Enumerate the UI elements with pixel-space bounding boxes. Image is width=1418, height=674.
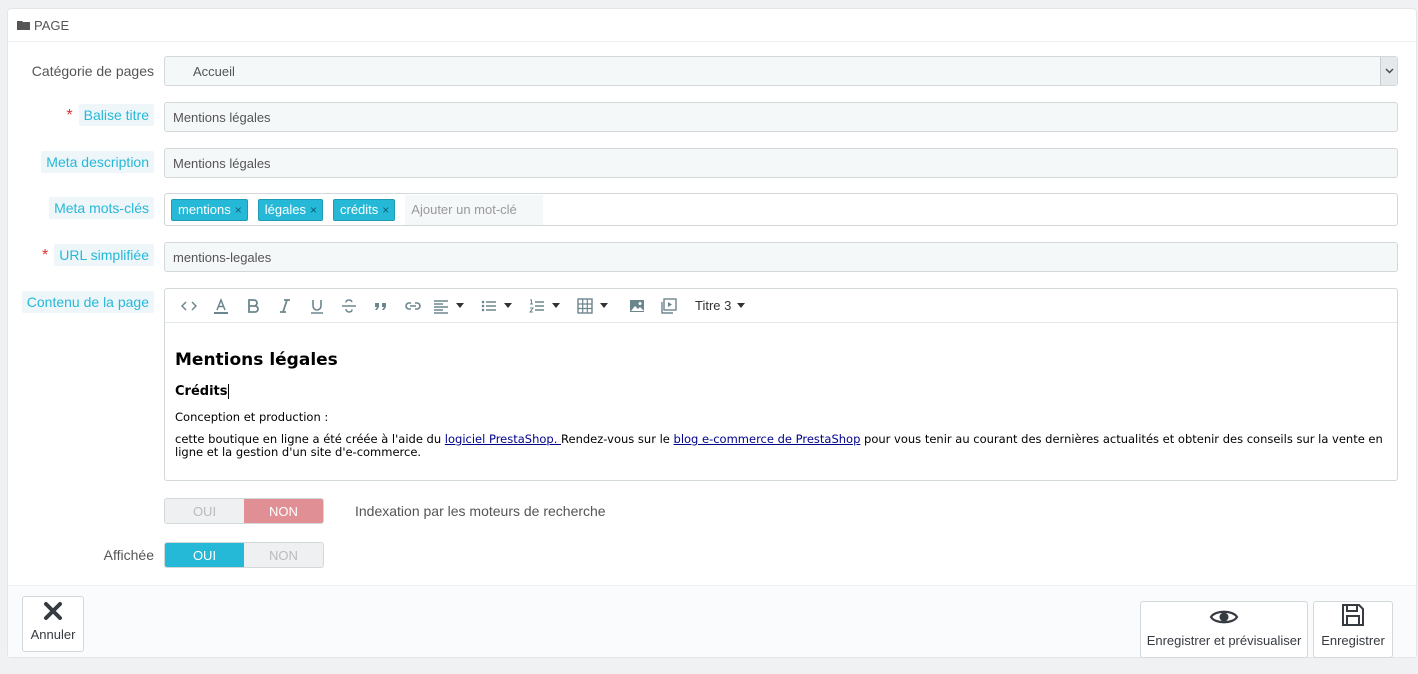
panel-footer: Annuler Enregistrer et prévisualiser Enr… [8,585,1416,658]
content-label-text[interactable]: Contenu de la page [21,291,154,313]
content-paragraph-1: Conception et production : [175,410,329,424]
bold-icon[interactable] [237,294,269,318]
heading-select-value: Titre 3 [695,298,732,313]
title-input[interactable]: Mentions légales [164,102,1398,132]
displayed-oui-option[interactable]: OUI [165,543,244,567]
italic-icon[interactable] [269,294,301,318]
save-and-preview-label: Enregistrer et prévisualiser [1146,633,1302,648]
meta-description-input[interactable]: Mentions légales [164,148,1398,178]
meta-description-label: Meta description [18,151,154,173]
bullet-list-dropdown[interactable] [477,294,525,318]
bullet-list-icon [477,294,501,318]
tag-credits: crédits × [332,198,396,221]
table-icon [573,294,597,318]
category-select[interactable]: Accueil [164,56,1398,86]
title-label: * Balise titre [18,104,154,126]
cancel-button[interactable]: Annuler [22,596,84,652]
caret-down-icon [600,303,608,308]
chevron-down-icon[interactable] [1380,57,1397,85]
media-icon[interactable] [653,294,685,318]
align-dropdown[interactable] [429,294,477,318]
displayed-switch: OUI NON [164,542,324,568]
paragraph-text: Rendez-vous sur le [561,432,674,446]
align-left-icon [429,294,453,318]
add-keyword-placeholder: Ajouter un mot-clé [411,202,517,217]
content-paragraph-2: cette boutique en ligne a été créée à l'… [175,433,1387,459]
tag-text: crédits [339,202,379,217]
save-label: Enregistrer [1321,633,1385,648]
caret-down-icon [456,303,464,308]
indexation-non-option[interactable]: NON [244,499,323,523]
required-mark: * [42,247,49,264]
meta-keywords-input[interactable]: mentions × légales × crédits × Ajouter u… [164,193,1398,226]
text-color-icon[interactable] [205,294,237,318]
content-editor: Titre 3 Mentions légales Crédits Concept… [164,288,1398,481]
underline-icon[interactable] [301,294,333,318]
indexation-description: Indexation par les moteurs de recherche [355,503,606,519]
tag-legales: légales × [257,198,323,221]
category-value: Accueil [193,63,235,79]
url-input[interactable]: mentions-legales [164,242,1398,272]
editor-content[interactable]: Mentions légales Crédits Conception et p… [165,323,1397,459]
caret-down-icon [504,303,512,308]
required-mark: * [66,107,73,124]
meta-keywords-label-text[interactable]: Meta mots-clés [49,197,154,219]
tag-text: mentions [178,202,231,217]
meta-description-label-text[interactable]: Meta description [41,151,154,173]
editor-toolbar: Titre 3 [165,289,1397,323]
save-and-preview-button[interactable]: Enregistrer et prévisualiser [1140,601,1308,658]
code-view-icon[interactable] [173,294,205,318]
quote-icon[interactable] [365,294,397,318]
meta-keywords-label: Meta mots-clés [18,197,154,219]
tag-remove-icon[interactable]: × [310,203,317,217]
prestashop-software-link[interactable]: logiciel PrestaShop. [445,432,561,446]
title-value: Mentions légales [173,109,271,125]
prestashop-blog-link[interactable]: blog e-commerce de PrestaShop [674,432,861,446]
content-heading: Mentions légales [175,350,338,370]
title-label-text[interactable]: Balise titre [78,104,154,126]
tag-text: légales [264,202,306,217]
numbered-list-icon [525,294,549,318]
folder-icon [17,21,30,30]
table-dropdown[interactable] [573,294,621,318]
tag-remove-icon[interactable]: × [235,203,242,217]
tag-mentions: mentions × [171,198,248,221]
close-icon [44,602,62,620]
indexation-switch: OUI NON [164,498,324,524]
caret-down-icon [737,303,746,308]
eye-icon [1209,610,1239,624]
strikethrough-icon[interactable] [333,294,365,318]
indexation-oui-option[interactable]: OUI [165,499,244,523]
category-label: Catégorie de pages [18,63,154,79]
tag-remove-icon[interactable]: × [382,203,389,217]
displayed-non-option[interactable]: NON [244,543,323,567]
url-label-text[interactable]: URL simplifiée [54,244,154,266]
panel-title: PAGE [34,17,70,33]
text-cursor [228,384,230,399]
content-label: Contenu de la page [18,291,154,313]
save-icon [1342,604,1364,626]
caret-down-icon [552,303,560,308]
numbered-list-dropdown[interactable] [525,294,573,318]
add-keyword-input[interactable]: Ajouter un mot-clé [405,194,544,225]
paragraph-text: cette boutique en ligne a été créée à l'… [175,432,445,446]
panel-heading: PAGE [8,9,1416,42]
content-subheading: Crédits [175,384,1387,399]
meta-description-value: Mentions légales [173,155,271,171]
content-subheading-text: Crédits [175,384,228,399]
url-label: * URL simplifiée [18,244,154,266]
displayed-label: Affichée [103,547,154,563]
cancel-label: Annuler [30,627,76,642]
link-icon[interactable] [397,294,429,318]
image-icon[interactable] [621,294,653,318]
save-button[interactable]: Enregistrer [1313,601,1393,658]
url-value: mentions-legales [173,249,272,265]
page-panel: PAGE Catégorie de pages Accueil * Balise … [7,8,1417,658]
category-label-text: Catégorie de pages [31,63,154,79]
heading-select[interactable]: Titre 3 [695,298,746,313]
